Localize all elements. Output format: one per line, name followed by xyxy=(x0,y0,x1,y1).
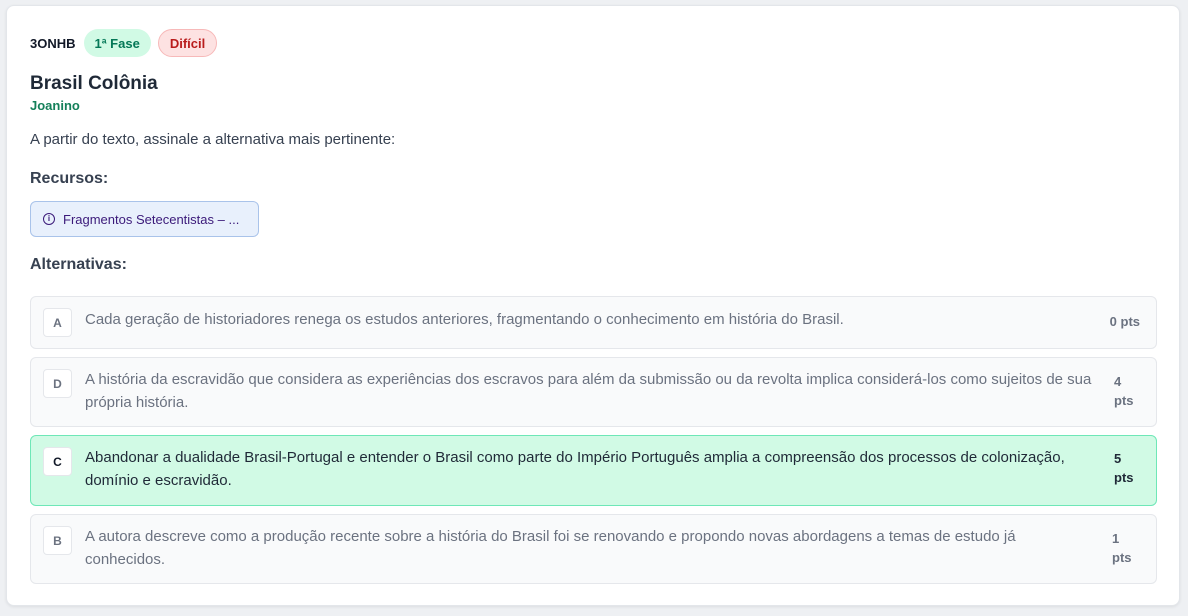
resource-label: Fragmentos Setecentistas – ... xyxy=(63,211,240,227)
alternative-d[interactable]: D A história da escravidão que considera… xyxy=(30,357,1157,427)
alternative-text: A história da escravidão que considera a… xyxy=(85,371,1092,411)
phase-badge: 1ª Fase xyxy=(83,29,151,57)
alternative-c[interactable]: C Abandonar a dualidade Brasil-Portugal … xyxy=(30,435,1157,506)
info-icon: i xyxy=(43,213,55,225)
question-title: Brasil Colônia xyxy=(30,73,158,94)
alternative-text: A autora descreve como a produção recent… xyxy=(85,528,1016,568)
resource-link[interactable]: i Fragmentos Setecentistas – ... xyxy=(30,201,259,237)
alternative-a[interactable]: A Cada geração de historiadores renega o… xyxy=(30,296,1157,349)
alternative-points: 0 pts xyxy=(1109,314,1140,329)
alternative-text: Cada geração de historiadores renega os … xyxy=(85,311,844,328)
alternative-points: 4 pts xyxy=(1114,372,1134,410)
alternative-points-value: 1 xyxy=(1112,531,1120,546)
resources-heading: Recursos: xyxy=(30,170,109,187)
alternative-points-unit: pts xyxy=(1112,550,1132,565)
alternative-points-unit: pts xyxy=(1114,393,1134,408)
alternative-points: 1 pts xyxy=(1112,529,1132,567)
alternative-letter: B xyxy=(43,526,72,555)
alternative-b[interactable]: B A autora descreve como a produção rece… xyxy=(30,514,1157,584)
question-header: 3ONHB 1ª Fase Difícil xyxy=(30,29,1156,57)
difficulty-badge: Difícil xyxy=(157,29,218,57)
alternative-points-value: 4 xyxy=(1114,374,1122,389)
alternative-text: Abandonar a dualidade Brasil-Portugal e … xyxy=(85,449,1065,489)
alternative-points: 5 pts xyxy=(1114,449,1134,487)
question-author: Joanino xyxy=(30,98,80,113)
question-prompt: A partir do texto, assinale a alternativ… xyxy=(30,131,396,148)
alternative-letter: D xyxy=(43,369,72,398)
alternative-points-unit: pts xyxy=(1114,470,1134,485)
alternative-points-value: 5 xyxy=(1114,451,1122,466)
question-code: 3ONHB xyxy=(30,35,76,51)
alternative-letter: C xyxy=(43,447,72,476)
alternative-letter: A xyxy=(43,308,72,337)
question-card: 3ONHB 1ª Fase Difícil Brasil Colônia Joa… xyxy=(6,5,1180,606)
alternatives-heading: Alternativas: xyxy=(30,256,127,273)
